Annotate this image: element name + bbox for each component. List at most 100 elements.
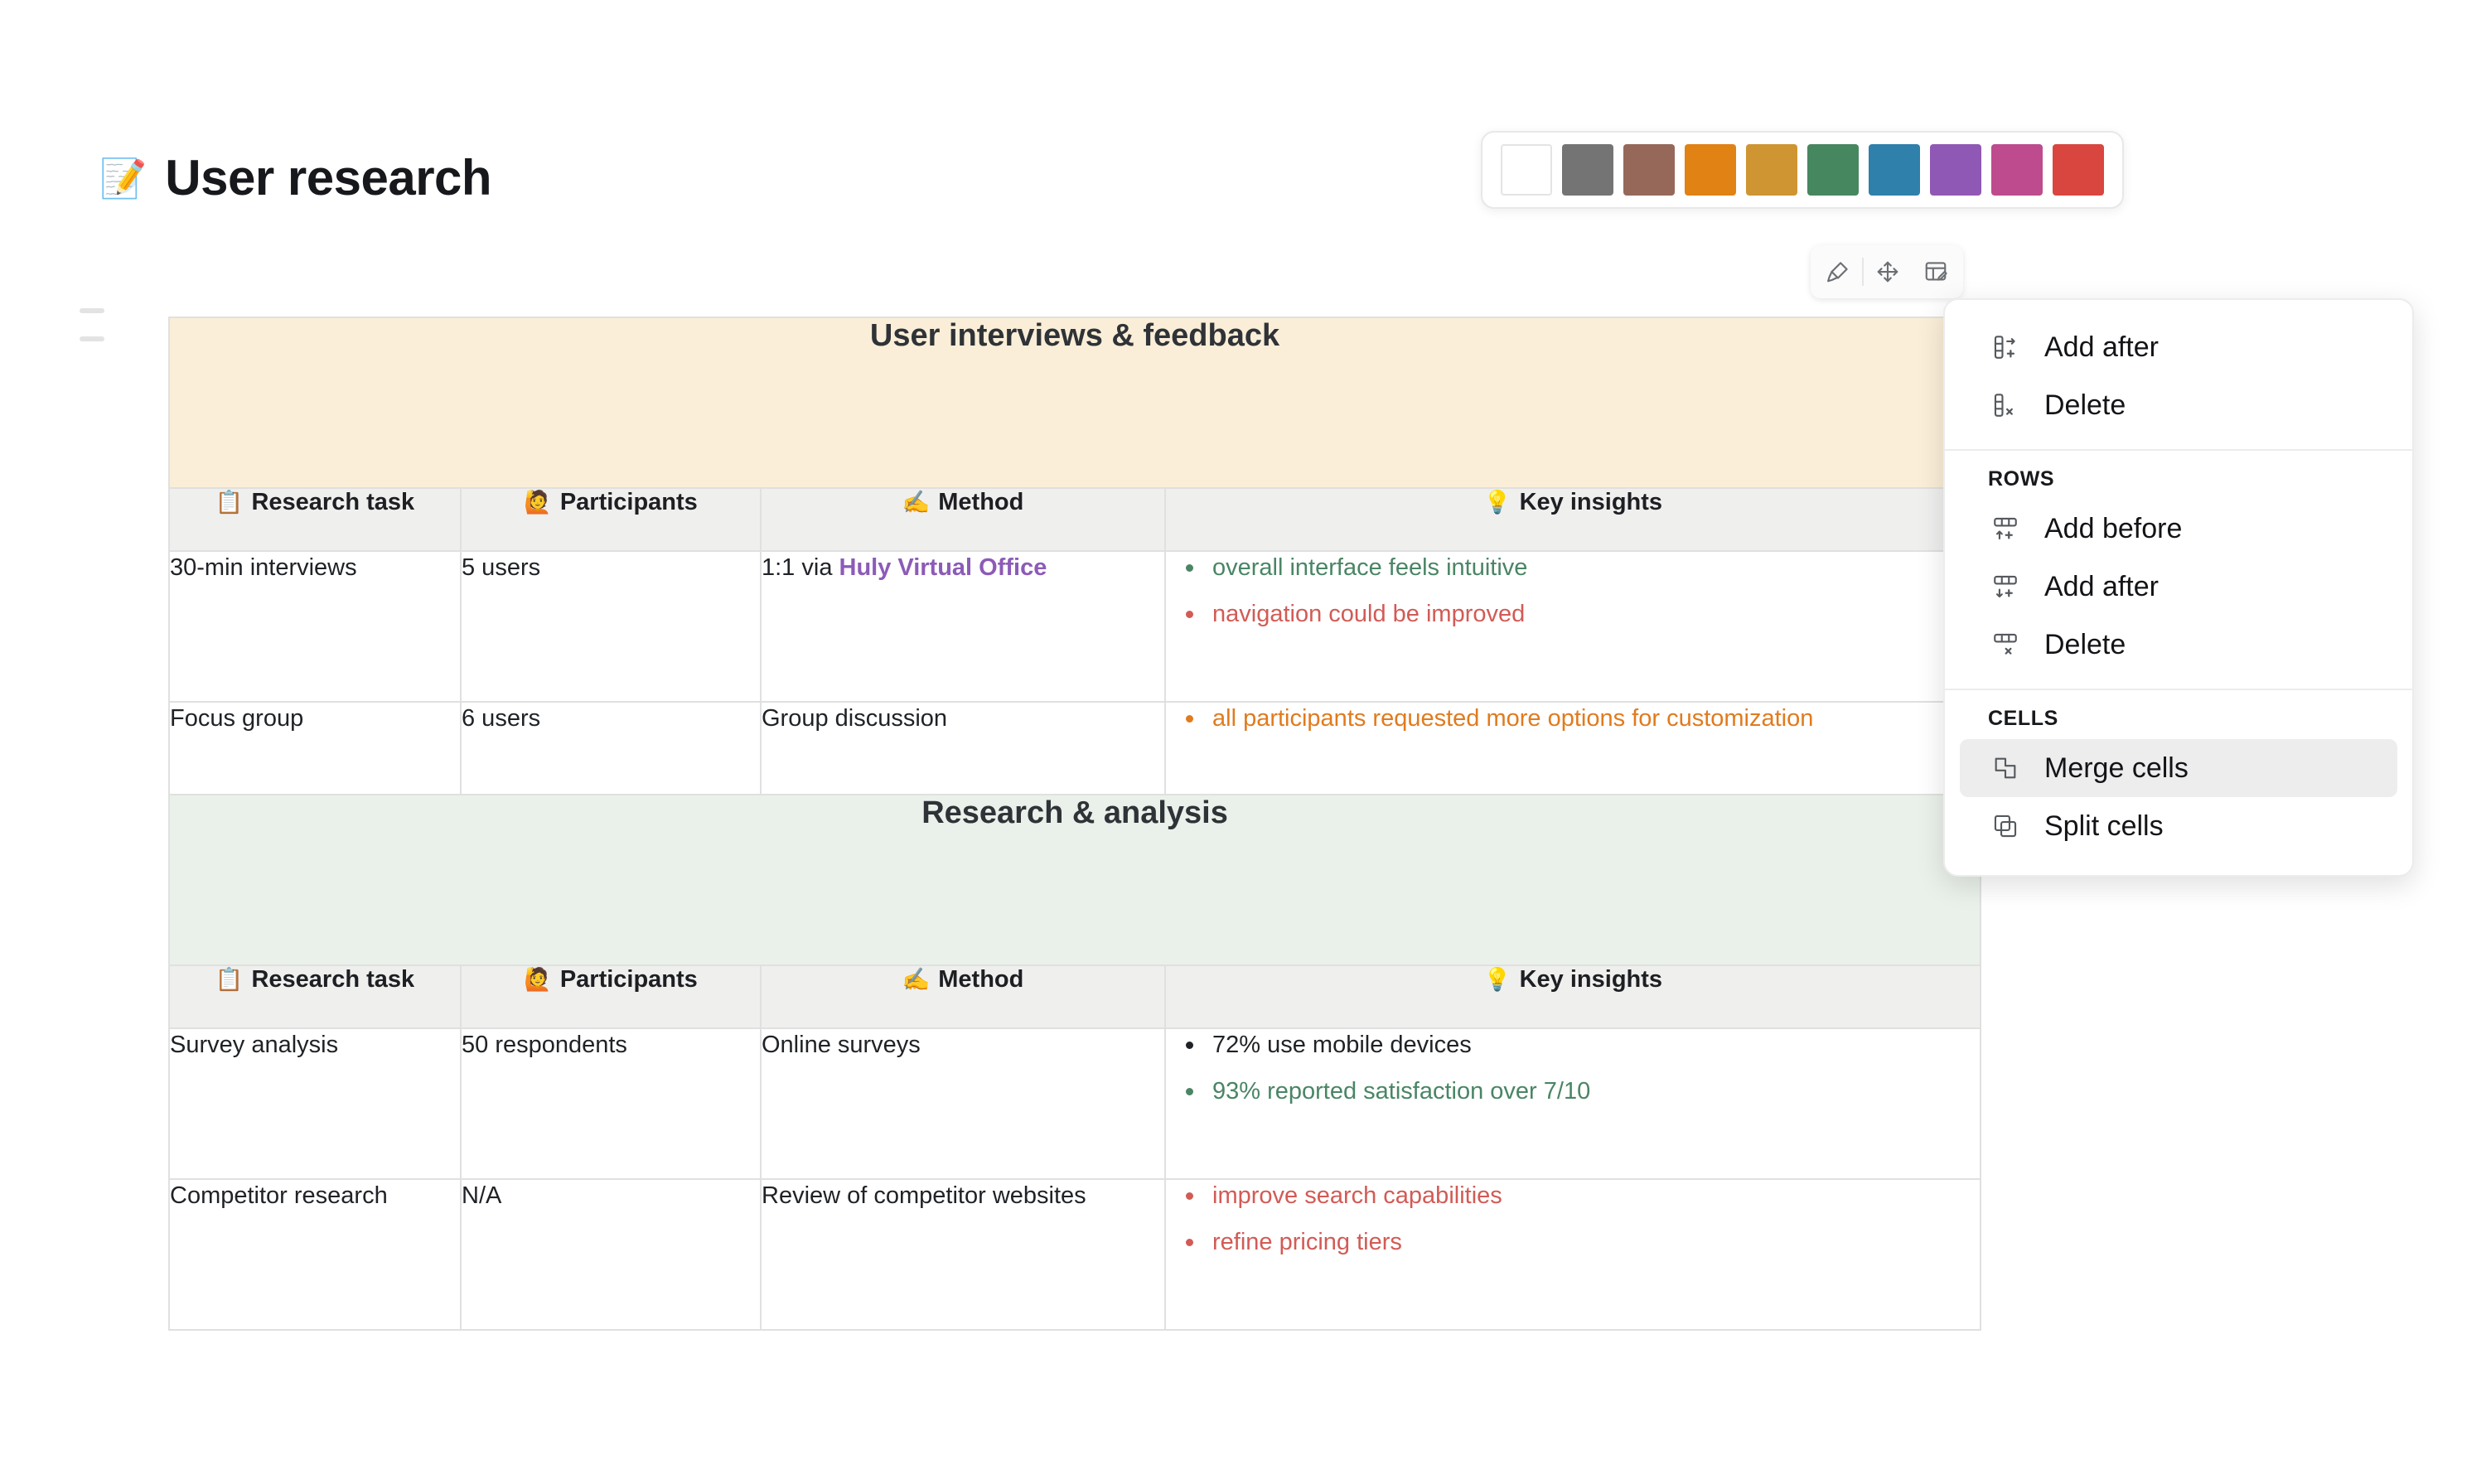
writing-hand-icon: ✍️ [902,967,931,992]
list-item: 93% reported satisfaction over 7/10 [1212,1076,1980,1107]
move-button[interactable] [1864,250,1912,293]
list-item: refine pricing tiers [1212,1226,1980,1258]
menu-item-row-add-after[interactable]: Add after [1960,558,2397,616]
list-item: 72% use mobile devices [1212,1029,1980,1061]
section-banner-research-analysis: Research & analysis [169,795,1981,965]
highlighter-button[interactable] [1814,250,1862,293]
color-swatch-gray[interactable] [1562,144,1613,196]
table-options-button[interactable] [1912,250,1960,293]
cell-key-insights[interactable]: all participants requested more options … [1165,702,1981,795]
column-header-research-task: 📋 Research task [169,488,461,551]
research-table: User interviews & feedback 📋 Research tas… [168,317,1981,1331]
table-row: Survey analysis 50 respondents Online su… [169,1028,1981,1179]
cell-participants[interactable]: 6 users [461,702,761,795]
color-swatch-orange[interactable] [1685,144,1736,196]
cell-research-task[interactable]: Survey analysis [169,1028,461,1179]
cell-key-insights[interactable]: overall interface feels intuitive naviga… [1165,551,1981,702]
cell-key-insights[interactable]: improve search capabilities refine prici… [1165,1179,1981,1330]
row-add-before-icon [1988,511,2023,546]
column-header-participants: 🙋Participants [461,488,761,551]
table-row: Research & analysis [169,795,1981,965]
table-options-icon [1923,259,1948,284]
cell-method[interactable]: Review of competitor websites [761,1179,1165,1330]
column-header-method: ✍️Method [761,965,1165,1028]
color-swatch-purple[interactable] [1930,144,1981,196]
column-header-key-insights: 💡Key insights [1165,965,1981,1028]
cell-method[interactable]: Group discussion [761,702,1165,795]
menu-item-row-delete[interactable]: Delete [1960,616,2397,674]
menu-item-split-cells[interactable]: Split cells [1960,797,2397,855]
insights-list: 72% use mobile devices 93% reported sati… [1166,1029,1980,1108]
research-table-wrapper: User interviews & feedback 📋 Research tas… [168,317,1981,1331]
list-item: overall interface feels intuitive [1212,552,1980,583]
menu-item-row-add-before[interactable]: Add before [1960,500,2397,558]
cell-participants[interactable]: 50 respondents [461,1028,761,1179]
table-row: Competitor research N/A Review of compet… [169,1179,1981,1330]
cell-method[interactable]: Online surveys [761,1028,1165,1179]
list-item: all participants requested more options … [1212,703,1980,734]
cell-method[interactable]: 1:1 via Huly Virtual Office [761,551,1165,702]
menu-item-label: Split cells [2044,810,2164,843]
column-header-label: Research task [251,489,414,515]
table-row: 30-min interviews 5 users 1:1 via Huly V… [169,551,1981,702]
menu-item-label: Delete [2044,389,2126,422]
insights-list: all participants requested more options … [1166,703,1980,734]
color-swatch-red[interactable] [2053,144,2104,196]
writing-hand-icon: ✍️ [902,490,931,515]
merge-cells-icon [1988,751,2023,786]
cell-research-task[interactable]: Competitor research [169,1179,461,1330]
row-delete-icon [1988,627,2023,662]
menu-item-merge-cells[interactable]: Merge cells [1960,739,2397,797]
cell-participants[interactable]: N/A [461,1179,761,1330]
column-header-label: Participants [560,966,698,993]
highlighter-icon [1826,259,1850,284]
color-swatch-gold[interactable] [1746,144,1797,196]
cell-key-insights[interactable]: 72% use mobile devices 93% reported sati… [1165,1028,1981,1179]
table-header-row: 📋Research task 🙋 Participants ✍️Method 💡K… [169,965,1981,1028]
raising-hand-icon: 🙋 [524,967,552,992]
column-header-participants: 🙋 Participants [461,965,761,1028]
menu-item-label: Merge cells [2044,752,2189,785]
menu-item-label: Add after [2044,571,2159,603]
column-header-method: ✍️ Method [761,488,1165,551]
drag-handle-top[interactable] [80,308,104,313]
color-swatch-brown[interactable] [1623,144,1675,196]
lightbulb-icon: 💡 [1483,967,1511,992]
column-header-label: Method [938,489,1023,515]
column-header-key-insights: 💡 Key insights [1165,488,1981,551]
move-icon [1875,259,1900,284]
menu-section-rows-label: ROWS [1945,454,2412,500]
color-swatch-pink[interactable] [1991,144,2043,196]
color-swatch-white[interactable] [1501,144,1552,196]
column-header-label: Participants [560,489,698,515]
table-mini-toolbar[interactable] [1811,245,1963,298]
split-cells-icon [1988,809,2023,844]
page-title-row: 📝 User research [99,149,491,206]
cell-research-task[interactable]: 30-min interviews [169,551,461,702]
page-title: User research [165,149,491,206]
color-swatch-green[interactable] [1807,144,1859,196]
table-header-row: 📋 Research task 🙋Participants ✍️ Method 💡 K… [169,488,1981,551]
table-row: User interviews & feedback [169,317,1981,488]
cell-research-task[interactable]: Focus group [169,702,461,795]
menu-item-label: Add after [2044,331,2159,364]
row-add-after-icon [1988,569,2023,604]
column-header-research-task: 📋Research task [169,965,461,1028]
column-delete-icon [1988,388,2023,423]
menu-item-column-delete[interactable]: Delete [1960,376,2397,434]
cell-participants[interactable]: 5 users [461,551,761,702]
color-palette[interactable] [1481,131,2124,209]
drag-handle-bottom[interactable] [80,336,104,341]
color-swatch-blue[interactable] [1869,144,1920,196]
menu-item-column-add-after[interactable]: Add after [1960,318,2397,376]
menu-item-label: Delete [2044,629,2126,661]
block-drag-handles[interactable] [80,308,104,365]
method-prefix: 1:1 via [762,554,839,581]
clipboard-icon: 📋 [215,490,244,515]
memo-icon: 📝 [99,159,147,197]
column-add-after-icon [1988,330,2023,365]
lightbulb-icon: 💡 [1483,490,1511,515]
column-header-label: Key insights [1520,489,1662,515]
menu-divider [1945,449,2412,451]
table-context-menu[interactable]: Add after Delete ROWS [1943,298,2414,877]
